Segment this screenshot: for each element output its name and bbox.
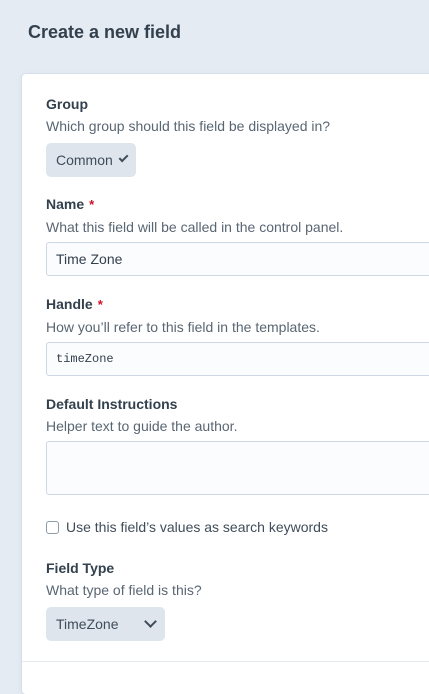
- name-input[interactable]: [46, 242, 429, 276]
- name-instructions: What this field will be called in the co…: [46, 219, 344, 235]
- handle-instructions: How you’ll refer to this field in the te…: [46, 319, 320, 335]
- required-indicator: *: [89, 197, 95, 212]
- page-title: Create a new field: [28, 22, 182, 42]
- search-keywords-row[interactable]: Use this field’s values as search keywor…: [46, 519, 328, 535]
- handle-label-text: Handle: [46, 296, 93, 312]
- default-instructions-field: Default Instructions Helper text to guid…: [46, 395, 429, 495]
- required-indicator: *: [97, 297, 103, 312]
- group-label: Group: [46, 96, 88, 112]
- field-type-instructions: What type of field is this?: [46, 582, 202, 598]
- chevron-down-icon: [118, 152, 129, 163]
- handle-input[interactable]: [46, 342, 429, 376]
- field-type-field: Field Type What type of field is this? T…: [46, 559, 202, 641]
- default-instructions-help: Helper text to guide the author.: [46, 418, 238, 434]
- group-select[interactable]: Common: [46, 143, 136, 177]
- field-type-select-value: TimeZone: [56, 616, 119, 632]
- name-label-text: Name: [46, 196, 85, 212]
- section-divider: [22, 661, 429, 662]
- default-instructions-label: Default Instructions: [46, 396, 178, 412]
- default-instructions-textarea[interactable]: [46, 441, 429, 495]
- name-label: Name *: [46, 195, 429, 214]
- group-instructions: Which group should this field be display…: [46, 118, 331, 134]
- search-keywords-checkbox[interactable]: [46, 520, 59, 534]
- handle-label: Handle *: [46, 295, 429, 314]
- field-type-label: Field Type: [46, 560, 115, 576]
- chevron-down-icon: [144, 615, 157, 628]
- search-keywords-label[interactable]: Use this field’s values as search keywor…: [66, 519, 328, 535]
- name-field: Name * What this field will be called in …: [46, 195, 429, 276]
- field-type-select[interactable]: TimeZone: [46, 607, 165, 641]
- group-field: Group Which group should this field be d…: [46, 95, 330, 177]
- handle-field: Handle * How you’ll refer to this field i…: [46, 295, 429, 376]
- field-form-card: Group Which group should this field be d…: [22, 74, 429, 694]
- group-select-value: Common: [56, 152, 113, 168]
